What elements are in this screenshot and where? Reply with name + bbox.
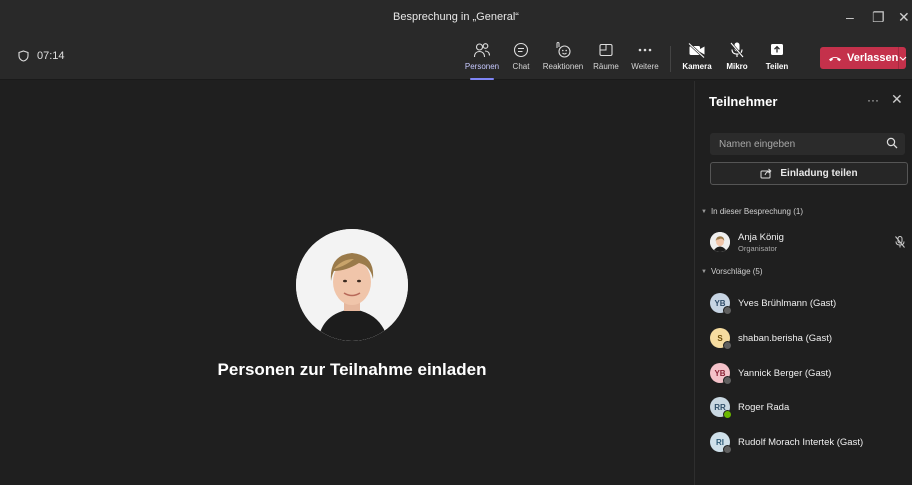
participant-role: Organisator	[738, 243, 778, 253]
mic-button-label: Mikro	[726, 62, 748, 71]
suggestion-item[interactable]: Sshaban.berisha (Gast)	[710, 326, 908, 350]
chat-button[interactable]: Chat	[508, 40, 534, 76]
window-title: Besprechung in „General“	[393, 11, 519, 23]
participants-panel: Teilnehmer ··· ✕ Einladung teilen ▼ In d…	[694, 81, 912, 485]
leave-options-chevron[interactable]	[898, 47, 907, 69]
suggestion-name: Yves Brühlmann (Gast)	[738, 297, 837, 309]
leave-label: Verlassen	[847, 52, 899, 64]
status-offline-icon	[723, 306, 732, 315]
mic-off-icon	[730, 42, 744, 58]
timer-text: 07:14	[37, 50, 65, 62]
invite-heading: Personen zur Teilnahme einladen	[217, 360, 487, 379]
avatar-initials: S	[717, 333, 723, 343]
reactions-button[interactable]: Reaktionen	[541, 40, 585, 76]
avatar: S	[710, 328, 732, 350]
camera-button-label: Kamera	[682, 62, 712, 71]
meeting-timer: 07:14	[18, 50, 65, 62]
status-offline-icon	[723, 376, 732, 385]
restore-button[interactable]: ❐	[872, 8, 885, 26]
close-window-button[interactable]: ✕	[898, 8, 910, 26]
participant-organizer[interactable]: Anja König Organisator	[710, 230, 908, 254]
share-screen-button[interactable]: Teilen	[762, 40, 792, 76]
share-screen-icon	[771, 44, 783, 55]
rooms-button[interactable]: Räume	[591, 40, 621, 76]
chat-icon	[513, 42, 529, 58]
share-screen-button-label: Teilen	[765, 62, 789, 71]
minimize-button[interactable]: –	[846, 8, 854, 26]
rooms-button-label: Räume	[593, 62, 619, 71]
shield-icon	[18, 50, 29, 62]
participant-search	[710, 133, 905, 155]
avatar	[710, 232, 730, 252]
avatar: RR	[710, 397, 732, 419]
panel-title: Teilnehmer	[709, 94, 778, 109]
reactions-button-label: Reaktionen	[542, 62, 584, 71]
participant-search-input[interactable]	[710, 133, 880, 155]
suggestion-name: Yannick Berger (Gast)	[738, 367, 832, 379]
caret-down-icon: ▼	[701, 268, 707, 275]
section-in-meeting-label: In dieser Besprechung (1)	[710, 207, 804, 216]
phone-hangup-icon	[829, 57, 841, 62]
avatar: RI	[710, 432, 732, 454]
section-suggestions[interactable]: ▼ Vorschläge (5)	[701, 267, 763, 276]
suggestion-item[interactable]: RR Roger Rada	[710, 395, 908, 419]
search-icon[interactable]	[886, 137, 898, 149]
suggestion-name: Rudolf Morach Intertek (Gast)	[738, 436, 864, 448]
suggestion-item[interactable]: YB Yves Brühlmann (Gast)	[710, 291, 908, 315]
status-offline-icon	[723, 341, 732, 350]
mic-button[interactable]: Mikro	[722, 40, 752, 76]
suggestion-name: shaban.berisha (Gast)	[738, 332, 832, 344]
participant-name: Anja König	[738, 231, 784, 243]
panel-more-button[interactable]: ···	[867, 93, 879, 107]
person-photo	[296, 229, 408, 341]
suggestion-item[interactable]: YB Yannick Berger (Gast)	[710, 361, 908, 385]
people-button[interactable]: Personen	[464, 40, 500, 80]
meeting-toolbar: 07:14 Personen Chat Reaktionen Räume Wei…	[0, 36, 912, 80]
toolbar-separator	[670, 46, 671, 72]
share-invite-label: Einladung teilen	[780, 168, 858, 179]
more-button-label: Weitere	[631, 62, 659, 71]
people-button-label: Personen	[464, 62, 500, 71]
avatar: YB	[710, 363, 732, 385]
leave-main-button[interactable]: Verlassen	[820, 52, 898, 64]
camera-button[interactable]: Kamera	[681, 40, 713, 76]
people-icon	[473, 43, 491, 58]
organizer-avatar-large	[296, 229, 408, 341]
status-offline-icon	[723, 445, 732, 454]
title-bar: Besprechung in „General“ – ❐ ✕	[0, 0, 912, 36]
meeting-stage: Personen zur Teilnahme einladen	[10, 81, 694, 485]
reactions-icon	[556, 41, 571, 58]
chat-button-label: Chat	[512, 62, 530, 71]
camera-off-icon	[688, 42, 705, 59]
mic-off-icon	[895, 236, 905, 248]
chevron-down-icon	[899, 56, 907, 61]
active-indicator	[470, 78, 494, 80]
suggestion-name: Roger Rada	[738, 401, 790, 413]
caret-down-icon: ▼	[701, 208, 707, 215]
section-in-meeting[interactable]: ▼ In dieser Besprechung (1)	[701, 207, 803, 216]
organizer-photo	[710, 232, 730, 252]
suggestion-item[interactable]: RI Rudolf Morach Intertek (Gast)	[710, 430, 908, 454]
rooms-icon	[599, 43, 613, 57]
section-suggestions-label: Vorschläge (5)	[710, 267, 763, 276]
share-invite-button[interactable]: Einladung teilen	[710, 162, 908, 185]
avatar-initials: RI	[716, 437, 724, 447]
panel-close-button[interactable]: ✕	[891, 91, 903, 108]
avatar: YB	[710, 293, 732, 315]
status-available-icon	[723, 410, 732, 419]
share-icon	[760, 168, 772, 179]
more-button[interactable]: Weitere	[628, 40, 662, 76]
more-icon	[638, 48, 652, 52]
leave-button[interactable]: Verlassen	[820, 47, 907, 69]
